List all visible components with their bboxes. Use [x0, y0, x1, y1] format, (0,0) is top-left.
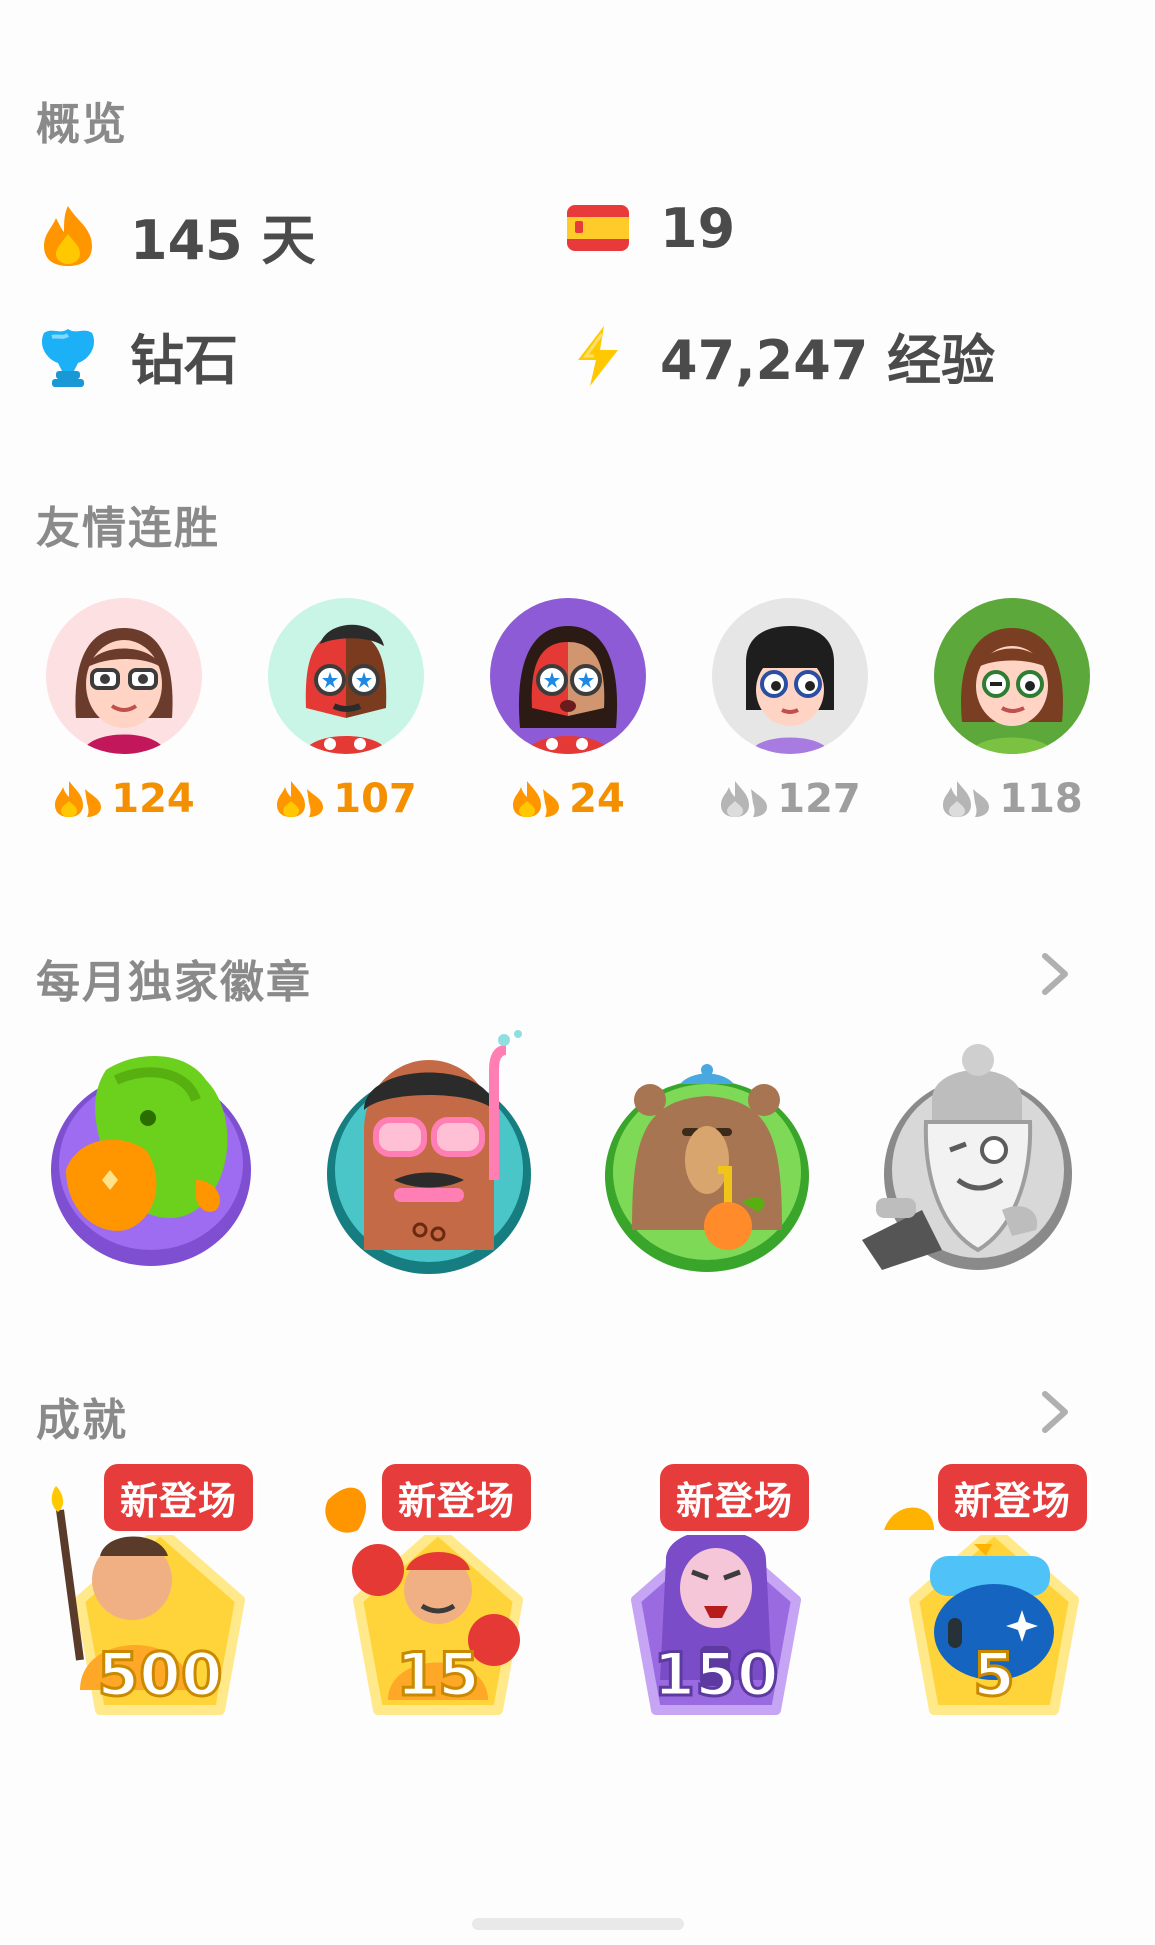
avatar	[46, 598, 202, 754]
new-tag: 新登场	[934, 1460, 1092, 1535]
streak-value: 145 天	[130, 209, 316, 272]
friend-streak-item[interactable]: 107	[266, 598, 426, 822]
achievements-title: 成就	[36, 1395, 128, 1446]
friend-streak-item[interactable]: 127	[710, 598, 870, 822]
chevron-right-icon[interactable]	[1035, 950, 1075, 998]
new-tag: 新登场	[100, 1460, 258, 1535]
monthly-badge[interactable]	[602, 1030, 812, 1280]
friend-streak-item[interactable]: 118	[932, 598, 1092, 822]
fire-icon	[943, 781, 990, 817]
streak-stat: 145 天	[36, 196, 316, 275]
achievement-item[interactable]: 新登场 150	[596, 1460, 836, 1740]
achievement-item[interactable]: 新登场 5	[874, 1460, 1114, 1740]
achievement-level: 500	[96, 1639, 224, 1712]
achievement-item[interactable]: 新登场 500	[40, 1460, 280, 1740]
avatar	[712, 598, 868, 754]
friend-streak-count: 118	[999, 776, 1083, 822]
friend-streak-count: 107	[333, 776, 417, 822]
monthly-badge[interactable]	[46, 1030, 256, 1280]
friend-streak-item[interactable]: 124	[44, 598, 204, 822]
achievement-level: 15	[395, 1639, 482, 1712]
monthly-badge[interactable]	[324, 1030, 534, 1280]
overview-title: 概览	[36, 99, 128, 150]
fire-icon	[721, 781, 768, 817]
friend-streaks-title: 友情连胜	[36, 503, 220, 554]
lightning-icon	[566, 324, 630, 388]
xp-stat: 47,247 经验	[566, 316, 995, 395]
home-indicator[interactable]	[472, 1918, 684, 1930]
fire-icon	[55, 781, 102, 817]
new-tag: 新登场	[656, 1460, 814, 1535]
friend-streak-count: 124	[111, 776, 195, 822]
friend-streak-item[interactable]: 24	[488, 598, 648, 822]
diamond-trophy-icon	[36, 324, 100, 388]
avatar	[934, 598, 1090, 754]
achievement-level: 5	[972, 1639, 1017, 1712]
new-tag: 新登场	[378, 1460, 536, 1535]
chevron-right-icon[interactable]	[1035, 1388, 1075, 1436]
friend-streak-count: 127	[777, 776, 861, 822]
achievement-item[interactable]: 新登场 15	[318, 1460, 558, 1740]
xp-value: 47,247 经验	[660, 329, 996, 392]
fire-icon	[277, 781, 324, 817]
languages-stat: 19	[566, 196, 735, 260]
fire-icon	[36, 204, 100, 268]
league-value: 钻石	[130, 329, 238, 392]
fire-icon	[513, 781, 560, 817]
languages-value: 19	[660, 196, 736, 260]
avatar	[490, 598, 646, 754]
league-stat: 钻石	[36, 316, 238, 395]
monthly-badges-title: 每月独家徽章	[36, 957, 312, 1008]
achievement-level: 150	[652, 1639, 780, 1712]
monthly-badge[interactable]	[862, 1030, 1072, 1280]
spain-flag-icon	[566, 196, 630, 260]
avatar	[268, 598, 424, 754]
friend-streak-count: 24	[569, 776, 625, 822]
